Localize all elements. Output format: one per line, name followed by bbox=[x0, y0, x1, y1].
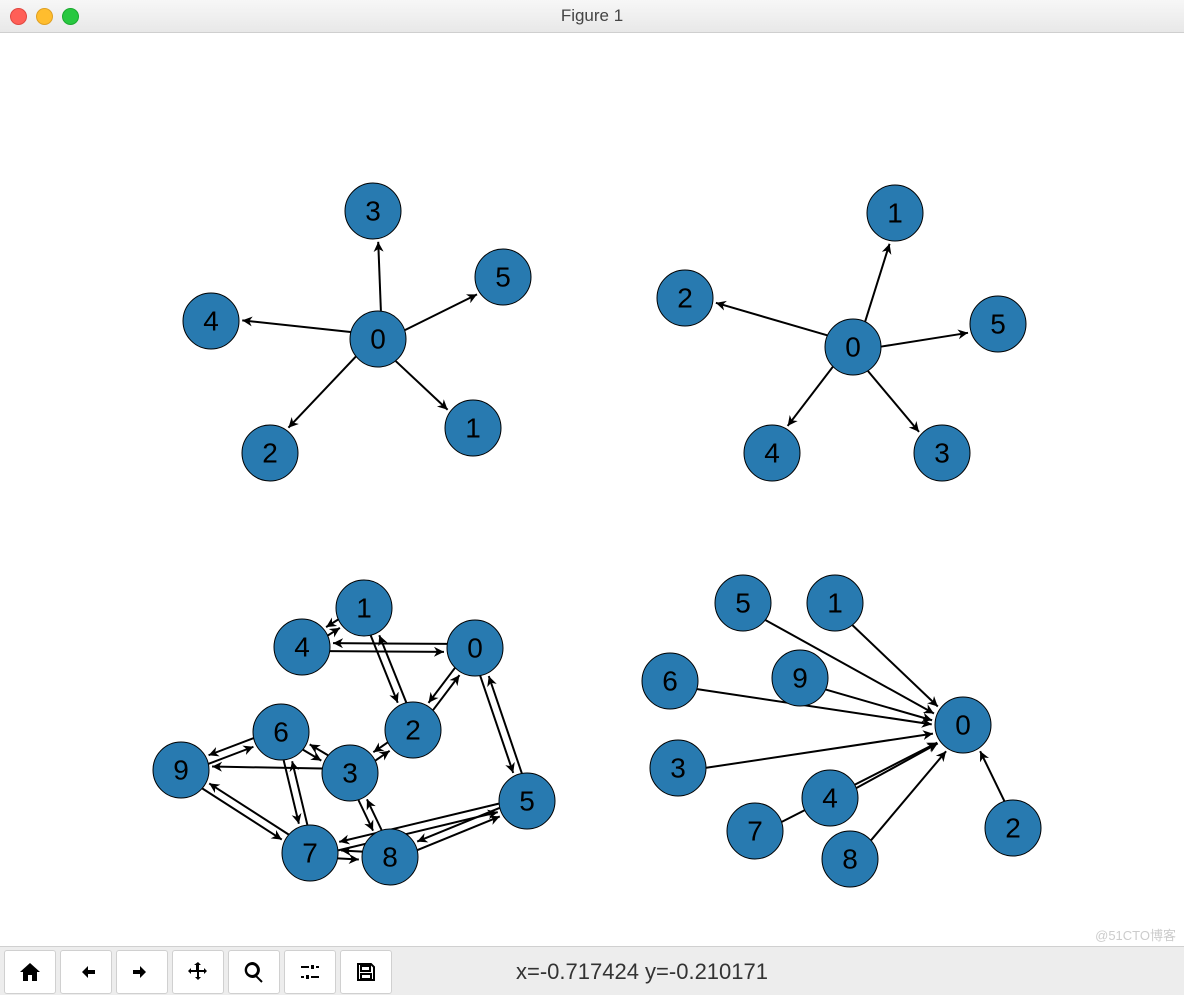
node-label: 0 bbox=[370, 324, 386, 355]
home-button[interactable] bbox=[4, 950, 56, 994]
minimize-icon[interactable] bbox=[36, 8, 53, 25]
cursor-coords: x=-0.717424 y=-0.210171 bbox=[516, 959, 768, 985]
forward-button[interactable] bbox=[116, 950, 168, 994]
node-label: 1 bbox=[356, 593, 372, 624]
watermark: @51CTO博客 bbox=[1095, 925, 1176, 944]
node-label: 0 bbox=[845, 332, 861, 363]
node-label: 8 bbox=[382, 842, 398, 873]
configure-button[interactable] bbox=[284, 950, 336, 994]
close-icon[interactable] bbox=[10, 8, 27, 25]
toolbar: x=-0.717424 y=-0.210171 bbox=[0, 946, 1184, 995]
node-label: 0 bbox=[467, 633, 483, 664]
back-button[interactable] bbox=[60, 950, 112, 994]
move-icon bbox=[186, 960, 210, 984]
node-label: 1 bbox=[827, 588, 843, 619]
zoom-button[interactable] bbox=[228, 950, 280, 994]
node-label: 5 bbox=[990, 309, 1006, 340]
node-label: 8 bbox=[842, 844, 858, 875]
node-label: 3 bbox=[934, 438, 950, 469]
window-title: Figure 1 bbox=[0, 6, 1184, 26]
sliders-icon bbox=[298, 960, 322, 984]
node-label: 2 bbox=[677, 283, 693, 314]
figure-canvas[interactable]: 0 1 2 3 4 5 0 1 2 3 4 5 0 1 2 3 4 5 6 7 8 9 0 1 2 3 4 5 6 7 8 9 @51CTO博… bbox=[0, 33, 1184, 946]
node-label: 7 bbox=[302, 838, 318, 869]
node-label: 6 bbox=[662, 666, 678, 697]
node-label: 2 bbox=[405, 715, 421, 746]
node-label: 7 bbox=[747, 816, 763, 847]
node-label: 4 bbox=[822, 783, 838, 814]
arrow-left-icon bbox=[74, 960, 98, 984]
zoom-window-icon[interactable] bbox=[62, 8, 79, 25]
node-label: 4 bbox=[294, 632, 310, 663]
node-label: 5 bbox=[495, 262, 511, 293]
node-label: 1 bbox=[887, 198, 903, 229]
save-button[interactable] bbox=[340, 950, 392, 994]
node-label: 0 bbox=[955, 710, 971, 741]
node-label: 9 bbox=[792, 663, 808, 694]
magnifier-icon bbox=[242, 960, 266, 984]
node-label: 4 bbox=[203, 306, 219, 337]
node-label: 3 bbox=[670, 753, 686, 784]
home-icon bbox=[18, 960, 42, 984]
node-label: 3 bbox=[365, 196, 381, 227]
pan-button[interactable] bbox=[172, 950, 224, 994]
titlebar: Figure 1 bbox=[0, 0, 1184, 33]
node-label: 5 bbox=[735, 588, 751, 619]
node-label: 1 bbox=[465, 413, 481, 444]
traffic-lights bbox=[10, 8, 79, 25]
arrow-right-icon bbox=[130, 960, 154, 984]
node-label: 6 bbox=[273, 717, 289, 748]
node-label: 9 bbox=[173, 755, 189, 786]
node-label: 5 bbox=[519, 786, 535, 817]
node-label: 2 bbox=[262, 438, 278, 469]
node-label: 2 bbox=[1005, 813, 1021, 844]
node-label: 3 bbox=[342, 758, 358, 789]
save-icon bbox=[354, 960, 378, 984]
node-label: 4 bbox=[764, 438, 780, 469]
